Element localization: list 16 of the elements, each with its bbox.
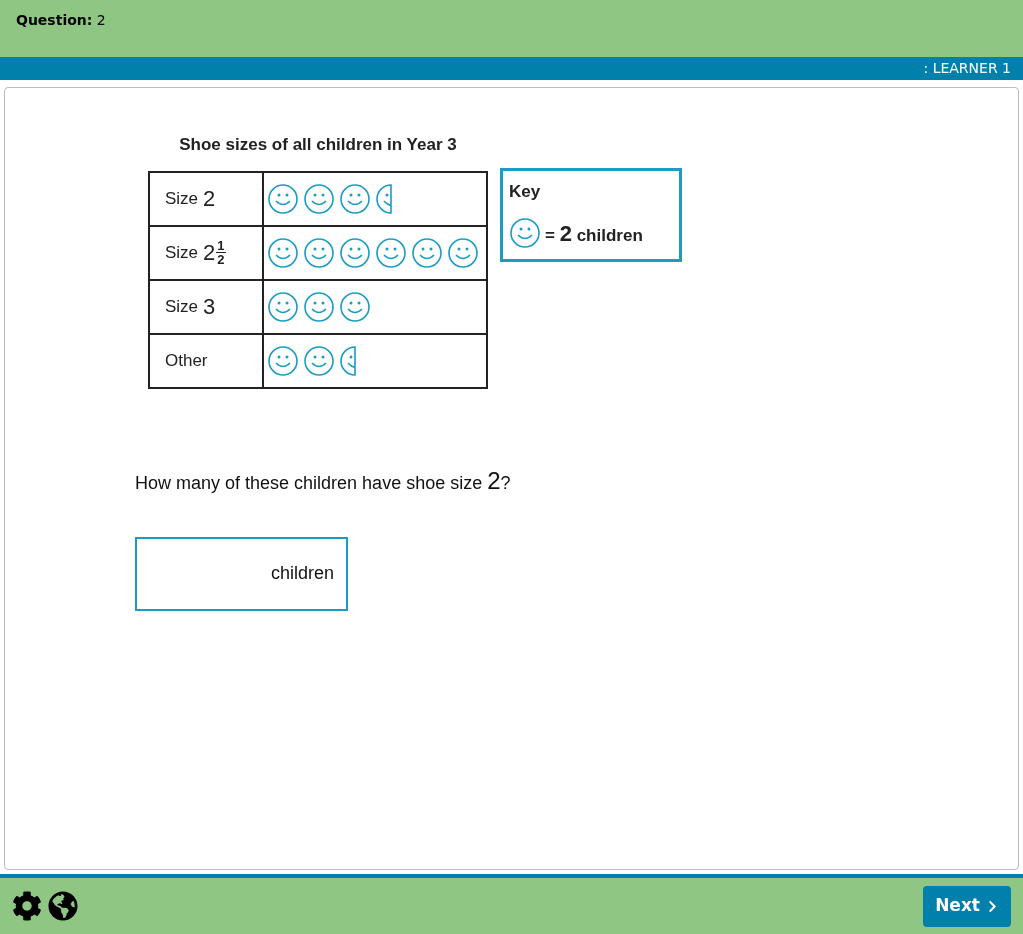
row-label: Size 2 <box>149 171 263 226</box>
answer-field[interactable]: children <box>135 536 348 611</box>
question-number: Question: 2 <box>16 12 106 28</box>
key-title: Key <box>509 181 542 203</box>
settings-icon[interactable] <box>12 891 42 921</box>
smiley-icon <box>509 217 541 249</box>
question-text: How many of these children have shoe size 2? <box>135 465 512 496</box>
learner-name: : LEARNER 1 <box>923 59 1011 78</box>
chevron-right-icon <box>986 899 999 913</box>
row-label: Other <box>149 333 263 388</box>
key-value: = 2 children <box>545 219 643 248</box>
row-label: Size 3 <box>149 279 263 334</box>
answer-unit: children <box>270 562 334 585</box>
globe-icon[interactable] <box>48 891 78 921</box>
next-button[interactable]: Next <box>923 885 1011 927</box>
pictogram-title: Shoe sizes of all children in Year 3 <box>178 134 458 156</box>
